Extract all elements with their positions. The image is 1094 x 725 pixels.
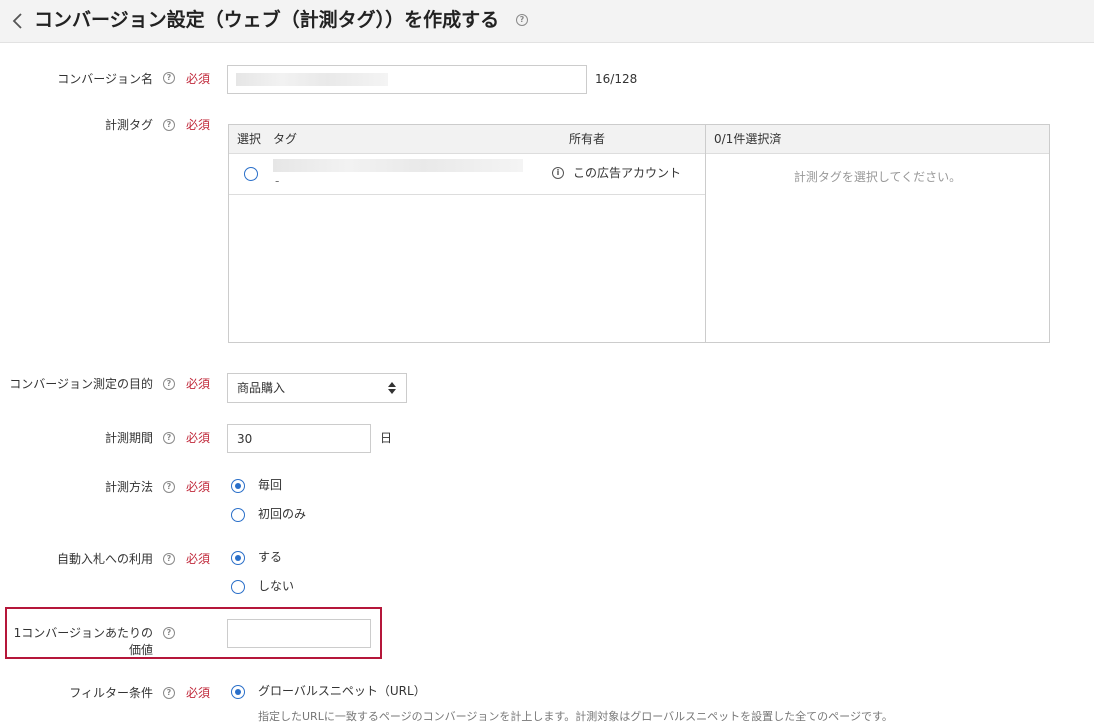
required-badge: 必須 [186, 377, 211, 391]
tag-owner: この広告アカウント [573, 166, 682, 180]
method-first-only-radio[interactable] [231, 508, 245, 522]
filter-global-snippet-label[interactable]: グローバルスニペット（URL） [258, 683, 426, 699]
help-icon[interactable]: ? [163, 72, 175, 84]
auto-bid-yes-radio[interactable] [231, 551, 245, 565]
period-input[interactable]: 30 [227, 424, 371, 453]
required-badge: 必須 [186, 480, 211, 494]
period-label: 計測期間 [104, 431, 153, 445]
purpose-label: コンバージョン測定の目的 [9, 377, 153, 391]
purpose-select[interactable]: 商品購入 [227, 373, 407, 403]
selected-placeholder: 計測タグを選択してください。 [793, 170, 962, 184]
filter-label: フィルター条件 [69, 686, 153, 700]
method-first-only-label[interactable]: 初回のみ [258, 506, 306, 522]
page-title: コンバージョン設定（ウェブ（計測タグ））を作成する [34, 9, 500, 31]
filter-global-snippet-radio[interactable] [231, 685, 245, 699]
required-badge: 必須 [186, 552, 211, 566]
method-label: 計測方法 [104, 480, 153, 494]
tag-table: 選択 タグ 所有者 - i この広告アカウント [228, 124, 706, 343]
value-per-conversion-label-2: 価値 [128, 643, 153, 657]
help-icon[interactable]: ? [163, 687, 175, 699]
auto-bid-no-radio[interactable] [231, 580, 245, 594]
required-badge: 必須 [186, 72, 211, 86]
column-tag: タグ [273, 132, 298, 146]
page-header: コンバージョン設定（ウェブ（計測タグ））を作成する ? [0, 0, 1094, 43]
method-every-radio[interactable] [231, 479, 245, 493]
selected-tags-panel: 0/1件選択済 計測タグを選択してください。 [705, 124, 1050, 343]
method-every-label[interactable]: 毎回 [258, 477, 282, 493]
help-icon[interactable]: ? [163, 378, 175, 390]
redacted-text [236, 73, 388, 86]
filter-description: 指定したURLに一致するページのコンバージョンを計上します。計測対象はグローバル… [258, 710, 893, 723]
help-icon[interactable]: ? [163, 119, 175, 131]
tag-table-header: 選択 タグ 所有者 [229, 125, 705, 154]
period-unit: 日 [380, 431, 393, 445]
period-value: 30 [237, 432, 253, 446]
help-icon[interactable]: ? [516, 14, 528, 26]
help-icon[interactable]: ? [163, 432, 175, 444]
help-icon[interactable]: ? [163, 481, 175, 493]
conversion-name-label: コンバージョン名 [57, 72, 153, 86]
required-badge: 必須 [186, 686, 211, 700]
help-icon[interactable]: ? [163, 553, 175, 565]
info-icon[interactable]: i [552, 167, 564, 179]
char-counter: 16/128 [595, 72, 638, 86]
required-badge: 必須 [186, 431, 211, 445]
column-select: 選択 [237, 132, 262, 146]
measurement-tag-label: 計測タグ [104, 118, 153, 132]
auto-bid-yes-label[interactable]: する [258, 549, 282, 565]
column-owner: 所有者 [569, 132, 606, 146]
table-row[interactable]: - i この広告アカウント [229, 154, 705, 195]
value-per-conversion-label: 1コンバージョンあたりの [13, 626, 153, 640]
tag-select-radio[interactable] [244, 167, 258, 181]
chevron-left-icon[interactable] [9, 12, 27, 30]
conversion-name-input[interactable] [227, 65, 587, 94]
selected-tags-header: 0/1件選択済 [706, 125, 1049, 154]
auto-bid-no-label[interactable]: しない [258, 578, 294, 594]
auto-bid-label: 自動入札への利用 [56, 552, 153, 566]
value-per-conversion-input[interactable] [227, 619, 371, 648]
purpose-selected-value: 商品購入 [237, 381, 286, 395]
tag-second-line: - [275, 174, 280, 188]
selected-count: 0/1件選択済 [714, 132, 782, 146]
help-icon[interactable]: ? [163, 627, 175, 639]
redacted-text [273, 159, 523, 172]
sort-arrows-icon [388, 382, 396, 394]
required-badge: 必須 [186, 118, 211, 132]
